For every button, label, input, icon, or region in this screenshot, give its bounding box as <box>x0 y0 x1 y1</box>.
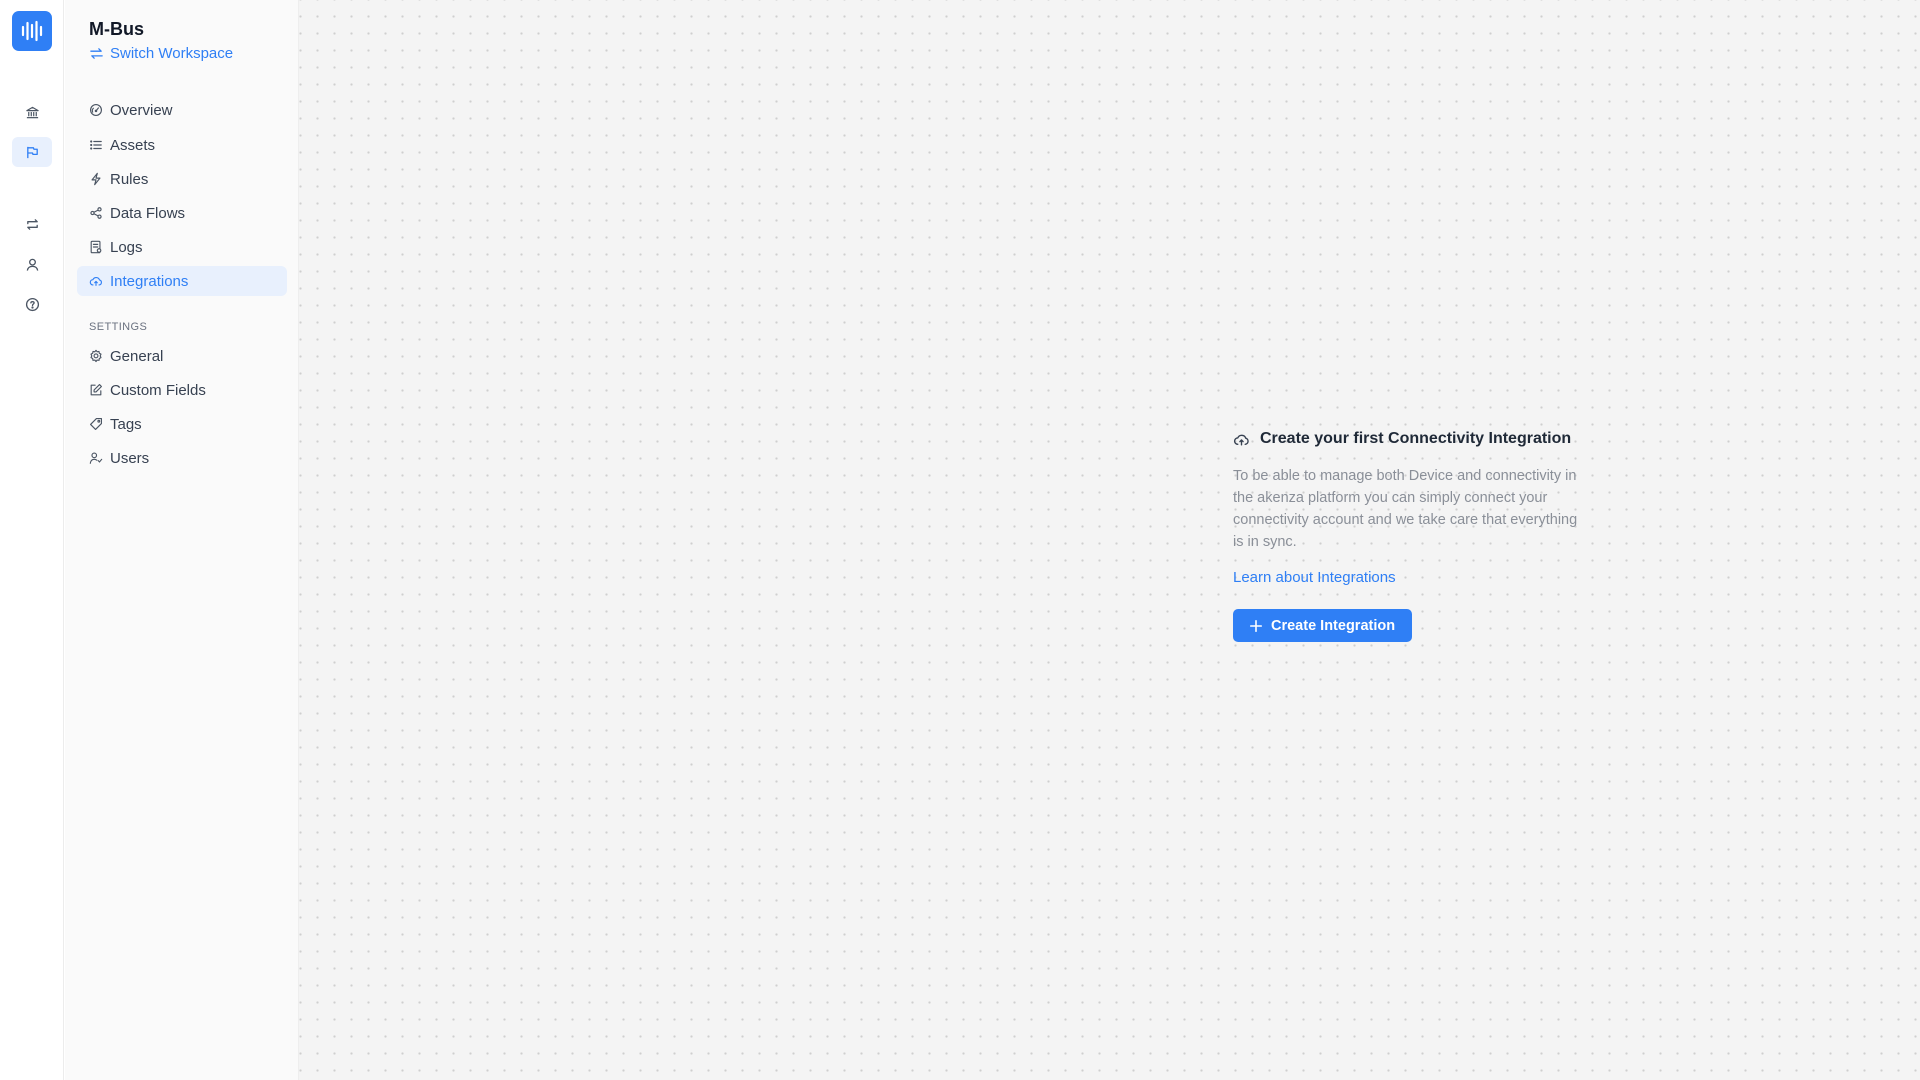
sidebar-item-label: Integrations <box>110 272 189 290</box>
sidebar-item-assets[interactable]: Assets <box>77 130 287 160</box>
gauge-icon <box>90 104 102 116</box>
sidebar-item-label: Rules <box>110 170 149 188</box>
icon-rail <box>0 0 64 1080</box>
swap-arrows-icon <box>90 48 103 59</box>
cloud-sync-icon <box>1233 434 1249 446</box>
sidebar-item-general[interactable]: General <box>77 341 287 371</box>
sidebar-item-data-flows[interactable]: Data Flows <box>77 198 287 228</box>
bank-icon[interactable] <box>12 97 52 127</box>
sidebar-item-label: General <box>110 347 164 365</box>
learn-integrations-link[interactable]: Learn about Integrations <box>1233 569 1396 586</box>
empty-state-title: Create your first Connectivity Integrati… <box>1260 430 1572 447</box>
waveform-logo-icon[interactable] <box>12 11 52 51</box>
workspace-title: M-Bus <box>89 19 144 39</box>
sidebar-item-label: Users <box>110 449 150 467</box>
sidebar-item-integrations[interactable]: Integrations <box>77 266 287 296</box>
file-log-icon <box>90 240 102 254</box>
sidebar-item-tags[interactable]: Tags <box>77 409 287 439</box>
sidebar-item-label: Custom Fields <box>110 381 206 399</box>
sidebar-item-rules[interactable]: Rules <box>77 164 287 194</box>
empty-state-header: Create your first Connectivity Integrati… <box>1233 430 1593 448</box>
list-icon <box>90 140 102 150</box>
zap-icon <box>91 172 101 186</box>
empty-state-description: To be able to manage both Device and con… <box>1233 468 1578 550</box>
help-circle-icon[interactable] <box>12 289 52 319</box>
sidebar-item-users[interactable]: Users <box>77 443 287 473</box>
sidebar-item-logs[interactable]: Logs <box>77 232 287 262</box>
sidebar-item-label: Assets <box>110 136 156 154</box>
create-integration-label: Create Integration <box>1271 617 1396 634</box>
create-integration-button[interactable]: Create Integration <box>1233 609 1412 642</box>
user-icon[interactable] <box>12 249 52 279</box>
main-content: Create your first Connectivity Integrati… <box>299 0 1920 1080</box>
sidebar-item-label: Tags <box>110 415 142 433</box>
sidebar-item-overview[interactable]: Overview <box>77 95 287 125</box>
cloud-sync-icon <box>89 276 102 286</box>
repeat-icon[interactable] <box>12 209 52 239</box>
tag-icon <box>90 418 102 430</box>
settings-icon <box>90 349 102 363</box>
edit-icon <box>90 384 102 396</box>
switch-workspace-link[interactable]: Switch Workspace <box>89 45 233 62</box>
sidebar-item-label: Logs <box>110 238 143 256</box>
sidebar-item-label: Overview <box>110 101 173 119</box>
share-icon <box>90 207 102 219</box>
flag-icon[interactable] <box>12 137 52 167</box>
empty-state: Create your first Connectivity Integrati… <box>1233 430 1593 642</box>
users-icon <box>89 452 103 464</box>
settings-section-label: SETTINGS <box>89 321 148 333</box>
sidebar-item-custom-fields[interactable]: Custom Fields <box>77 375 287 405</box>
workspace-sidebar: M-Bus Switch Workspace Overview Assets R… <box>65 0 299 1080</box>
sidebar-item-label: Data Flows <box>110 204 186 222</box>
plus-icon <box>1249 619 1263 632</box>
switch-workspace-label: Switch Workspace <box>110 45 234 62</box>
